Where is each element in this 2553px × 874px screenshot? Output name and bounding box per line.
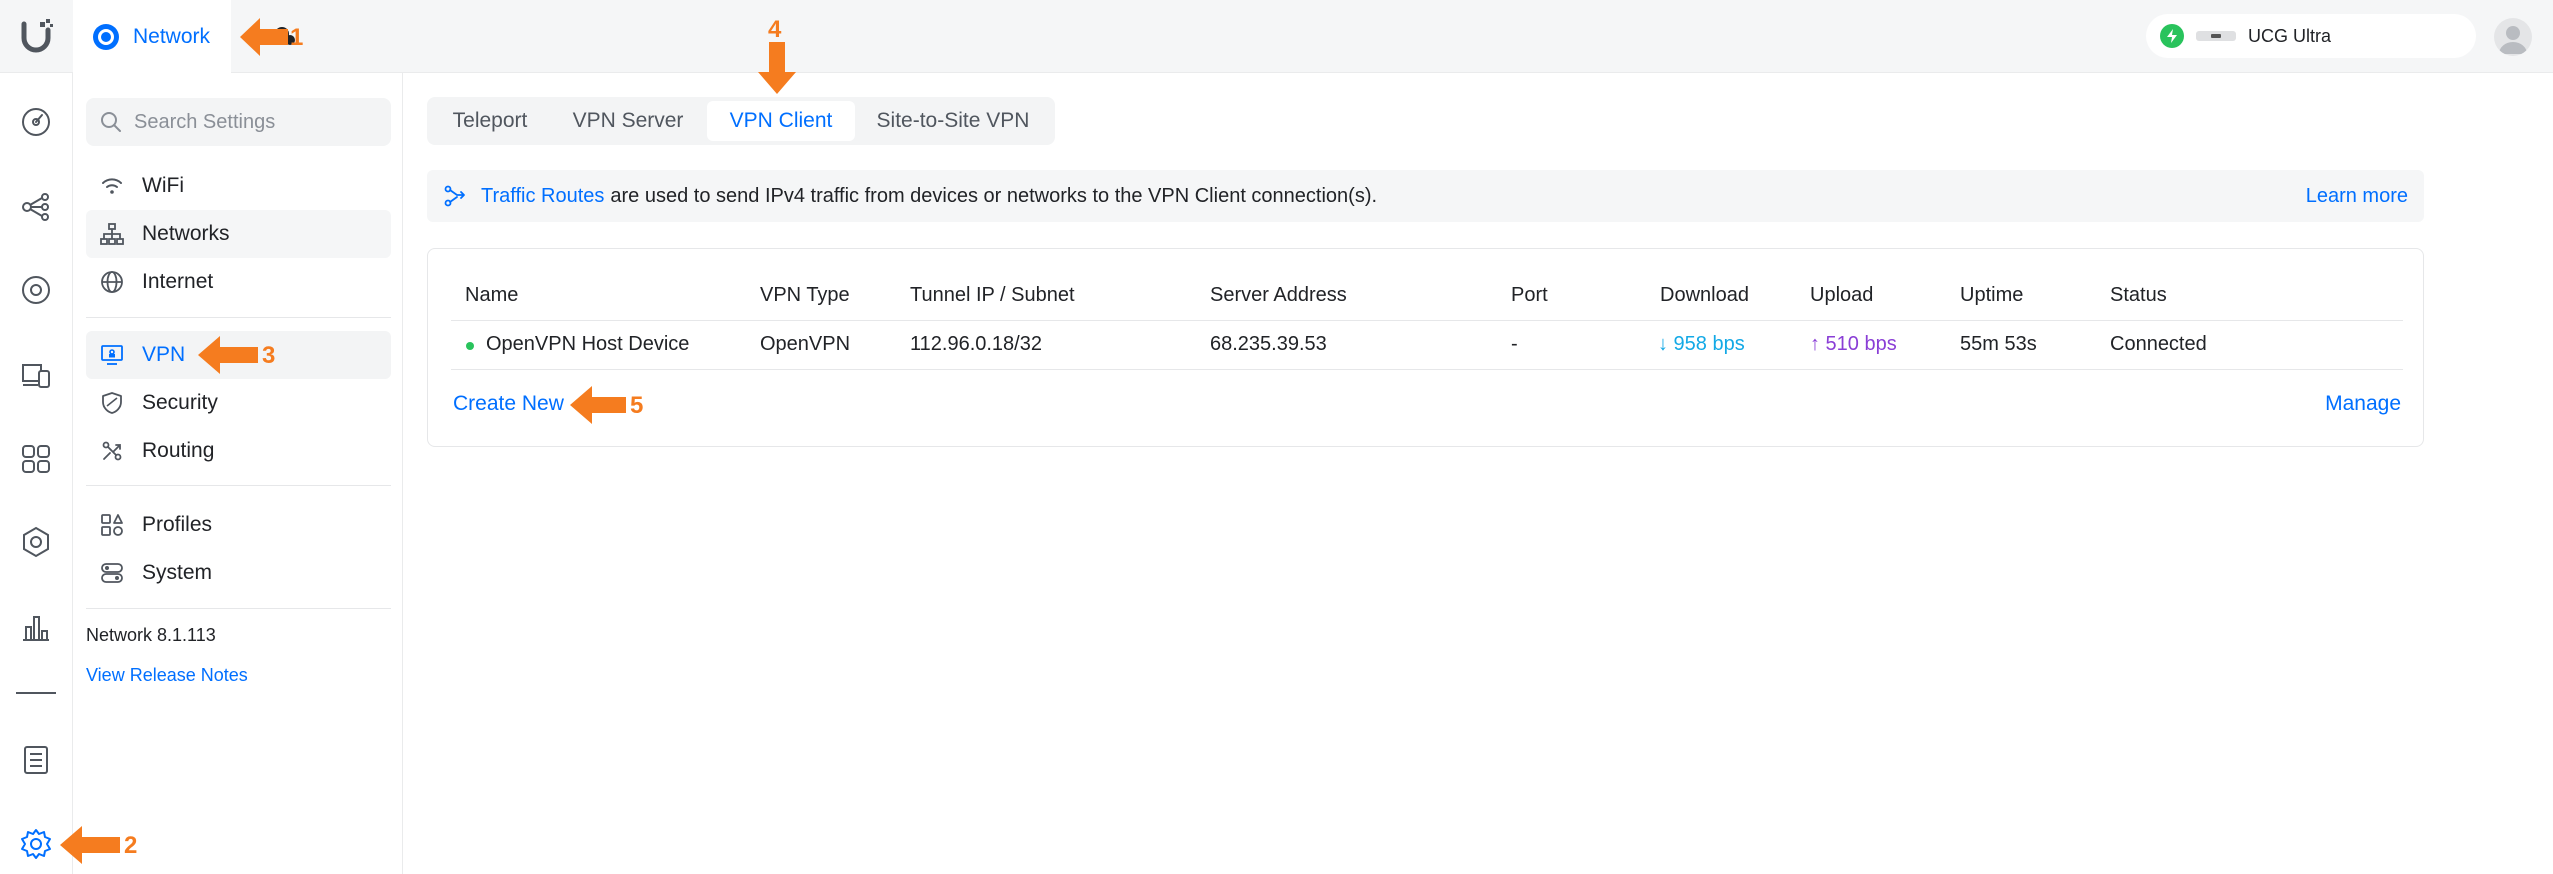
column-header-download[interactable]: Download [1660,284,1749,307]
power-status-icon [2160,24,2184,48]
column-header-status[interactable]: Status [2110,284,2167,307]
user-avatar[interactable] [2494,18,2532,56]
column-header-server-address[interactable]: Server Address [1210,284,1347,307]
sidebar-divider [86,317,391,318]
cell-uptime: 55m 53s [1960,333,2037,355]
traffic-route-icon [444,185,465,207]
network-app-tab[interactable]: Network [73,0,231,73]
sidebar-item-label: System [142,561,213,584]
sidebar-item-label: Security [142,391,218,414]
vpn-client-table-card: Name VPN Type Tunnel IP / Subnet Server … [427,248,2424,447]
logs-rail-icon[interactable] [18,742,54,778]
search-input[interactable] [134,110,374,134]
tab-vpn-server[interactable]: VPN Server [549,101,707,141]
search-icon [101,112,121,132]
release-notes-link[interactable]: View Release Notes [86,665,248,686]
unifi-logo-icon[interactable] [16,16,56,56]
cell-name: OpenVPN Host Device [486,333,690,355]
cell-upload: ↑ 510 bps [1810,333,1897,355]
tab-site-to-site-vpn[interactable]: Site-to-Site VPN [855,101,1051,141]
dashboard-icon[interactable] [18,104,54,140]
integrations-rail-icon[interactable] [18,524,54,560]
rail-divider [16,692,56,694]
annotation-arrow-1 [240,18,288,56]
globe-icon [101,271,123,293]
settings-gear-icon[interactable] [18,826,54,862]
sidebar-item-networks[interactable]: Networks [86,210,391,258]
create-new-button[interactable]: Create New [453,392,564,416]
column-header-vpn-type[interactable]: VPN Type [760,284,850,307]
console-name: UCG Ultra [2248,25,2332,46]
sidebar-item-system[interactable]: System [86,549,391,597]
topology-icon [100,223,124,245]
vpn-icon [101,345,123,365]
network-app-icon [93,23,119,50]
sidebar-item-label: Networks [142,222,230,245]
clients-rail-icon[interactable] [18,357,54,393]
statistics-rail-icon[interactable] [18,609,54,645]
traffic-routes-link[interactable]: Traffic Routes [481,185,604,208]
annotation-arrow-3 [198,336,258,374]
console-selector[interactable]: UCG Ultra [2146,14,2476,58]
settings-sidebar: WiFi Networks Internet VPN [73,73,403,874]
sidebar-item-wifi[interactable]: WiFi [86,162,391,210]
sidebar-item-routing[interactable]: Routing [86,427,391,475]
sidebar-item-label: Profiles [142,513,213,536]
gateway-device-icon [2196,31,2236,41]
sidebar-divider [86,608,391,609]
sidebar-item-label: VPN [142,343,186,366]
wifi-icon [102,178,122,194]
column-header-upload[interactable]: Upload [1810,284,1873,307]
column-header-tunnel-ip[interactable]: Tunnel IP / Subnet [910,284,1075,307]
cell-download: ↓ 958 bps [1658,333,1745,355]
cell-tunnel-ip: 112.96.0.18/32 [910,333,1042,355]
topology-rail-icon[interactable] [18,189,54,225]
column-header-name[interactable]: Name [465,284,518,307]
sidebar-item-security[interactable]: Security [86,379,391,427]
traffic-routes-banner: Traffic Routes are used to send IPv4 tra… [427,170,2424,222]
cell-status: Connected [2110,333,2207,355]
profiles-icon [101,514,123,536]
annotation-label-1: 1 [290,24,304,51]
annotation-label-5: 5 [630,392,644,419]
annotation-label-3: 3 [262,342,276,369]
row-divider [451,369,2403,370]
cell-vpn-type: OpenVPN [760,333,851,355]
online-status-dot [466,342,474,350]
network-version: Network 8.1.113 [86,625,216,645]
devices-rail-icon[interactable] [18,272,54,308]
vpn-tabs: Teleport VPN Server VPN Client Site-to-S… [427,97,1055,145]
cell-server-address: 68.235.39.53 [1210,333,1327,355]
cell-port: - [1511,333,1518,355]
manage-button[interactable]: Manage [2325,392,2401,416]
annotation-label-4: 4 [768,16,782,43]
sidebar-item-profiles[interactable]: Profiles [86,501,391,549]
shield-icon [102,392,122,414]
sidebar-divider [86,485,391,486]
tab-vpn-client[interactable]: VPN Client [707,101,855,141]
app-name: Network [133,24,211,48]
routing-icon [102,441,122,461]
sidebar-item-internet[interactable]: Internet [86,258,391,306]
annotation-arrow-4 [758,42,796,94]
learn-more-link[interactable]: Learn more [2306,185,2408,208]
annotation-arrow-2 [60,826,120,864]
apps-rail-icon[interactable] [18,441,54,477]
top-bar: Network UCG Ultra [0,0,2553,73]
column-header-uptime[interactable]: Uptime [1960,284,2023,307]
system-icon [101,563,123,583]
sidebar-item-label: WiFi [142,174,184,197]
tab-teleport[interactable]: Teleport [431,101,549,141]
sidebar-item-label: Routing [142,439,215,462]
header-divider [451,320,2403,321]
sidebar-item-label: Internet [142,270,214,293]
annotation-arrow-5 [570,386,626,424]
settings-search[interactable] [86,98,391,146]
annotation-label-2: 2 [124,832,138,859]
column-header-port[interactable]: Port [1511,284,1548,307]
banner-text: are used to send IPv4 traffic from devic… [610,184,1378,207]
